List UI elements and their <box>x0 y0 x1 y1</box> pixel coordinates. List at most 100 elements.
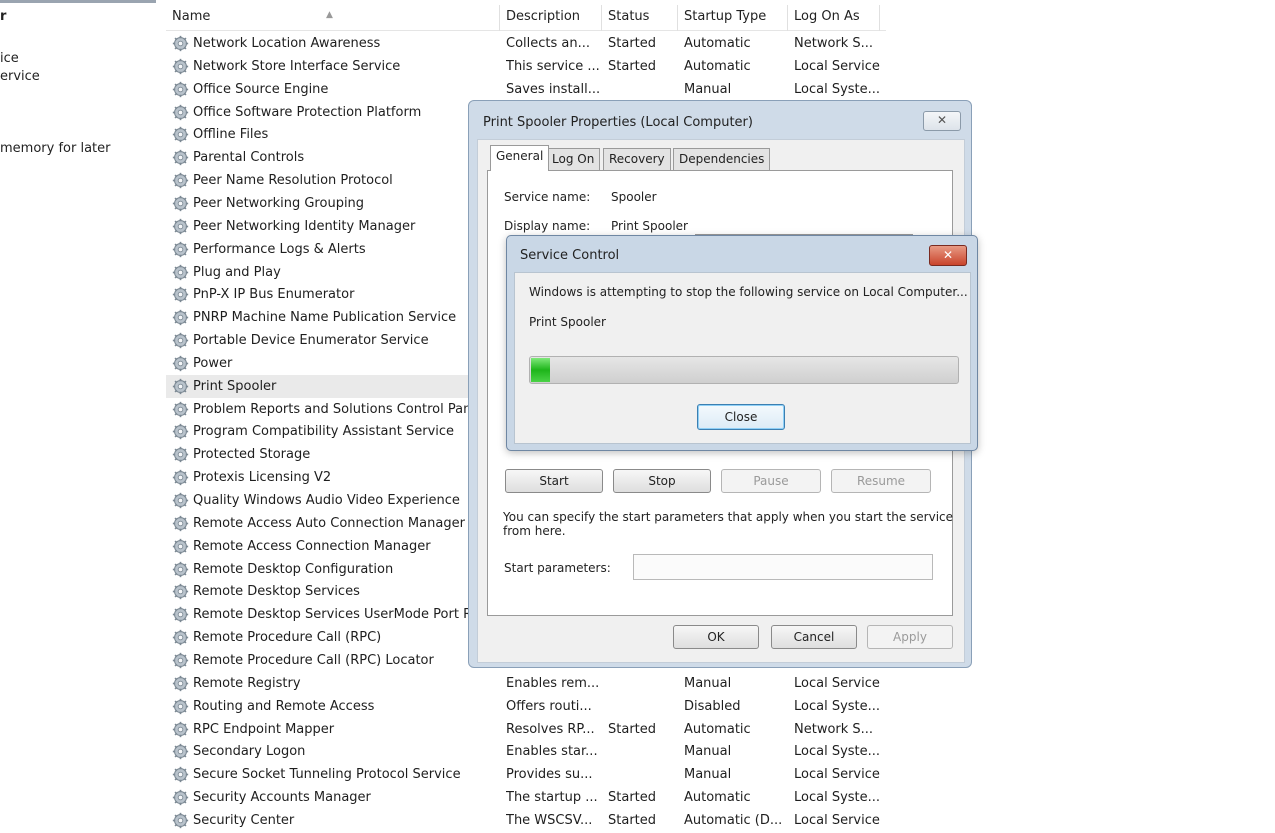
service-gear-icon <box>172 469 189 486</box>
service-control-body: Windows is attempting to stop the follow… <box>514 272 971 444</box>
tab-dependencies[interactable]: Dependencies <box>673 148 771 170</box>
service-gear-icon <box>172 172 189 189</box>
service-name-cell: Office Source Engine <box>193 81 329 97</box>
left-pane-top-bar <box>0 0 156 3</box>
start-params-input[interactable] <box>633 554 933 580</box>
tab-recovery[interactable]: Recovery <box>603 148 671 170</box>
service-description-cell: The startup ... <box>506 790 598 806</box>
column-header-name[interactable]: Name ▲ <box>166 5 500 31</box>
apply-button[interactable]: Apply <box>867 625 953 649</box>
service-row[interactable]: Security Accounts Manager The startup ...… <box>166 786 886 809</box>
service-control-message: Windows is attempting to stop the follow… <box>529 285 968 299</box>
column-header-description-label: Description <box>506 9 581 24</box>
column-header-status[interactable]: Status <box>602 5 678 31</box>
service-logon-cell: Local Syste... <box>794 744 881 760</box>
service-control-title: Service Control <box>520 248 620 263</box>
service-control-close-x-button[interactable]: ✕ <box>929 245 967 266</box>
tab-general[interactable]: General <box>490 145 550 171</box>
service-name-cell: Print Spooler <box>193 378 277 394</box>
service-gear-icon <box>172 378 189 395</box>
service-startup-cell: Automatic (D... <box>684 812 783 828</box>
left-pane: r ice ervice memory for later <box>0 0 166 832</box>
service-gear-icon <box>172 149 189 166</box>
service-row[interactable]: Routing and Remote Access Offers routi...… <box>166 695 886 718</box>
service-name-label: Service name: <box>504 190 591 204</box>
resume-button[interactable]: Resume <box>831 469 931 493</box>
service-status-cell: Started <box>608 36 657 51</box>
left-pane-text-3: memory for later <box>0 141 111 156</box>
service-row[interactable]: Remote Registry Enables rem... Manual Local… <box>166 672 886 695</box>
start-params-label: Start parameters: <box>504 561 611 575</box>
service-gear-icon <box>172 561 189 578</box>
properties-close-button[interactable]: ✕ <box>923 111 961 131</box>
cancel-button[interactable]: Cancel <box>771 625 857 649</box>
service-startup-cell: Manual <box>684 744 732 760</box>
service-gear-icon <box>172 698 189 715</box>
service-description-cell: Provides su... <box>506 767 593 783</box>
service-name-cell: Program Compatibility Assistant Service <box>193 424 455 440</box>
service-gear-icon <box>172 675 189 692</box>
column-header-startup-type-label: Startup Type <box>684 9 767 24</box>
service-gear-icon <box>172 332 189 349</box>
service-gear-icon <box>172 218 189 235</box>
service-gear-icon <box>172 35 189 52</box>
column-header-description[interactable]: Description <box>500 5 602 31</box>
service-row[interactable]: Secondary Logon Enables star... Manual Loca… <box>166 740 886 763</box>
service-name-cell: Quality Windows Audio Video Experience <box>193 493 460 508</box>
service-gear-icon <box>172 423 189 440</box>
service-name-cell: PNRP Machine Name Publication Service <box>193 310 457 326</box>
ok-button[interactable]: OK <box>673 625 759 649</box>
service-name-cell: Remote Desktop Services <box>193 584 360 600</box>
left-pane-heading: r <box>0 9 7 24</box>
column-header-log-on-as[interactable]: Log On As <box>788 5 880 31</box>
service-row[interactable]: Network Location Awareness Collects an...… <box>166 32 886 55</box>
service-gear-icon <box>172 629 189 646</box>
service-status-cell: Started <box>608 812 657 828</box>
display-name-value[interactable]: Print Spooler <box>611 219 688 233</box>
column-header-name-label: Name <box>172 9 211 24</box>
service-gear-icon <box>172 309 189 326</box>
service-description-cell: Saves install... <box>506 81 601 97</box>
service-gear-icon <box>172 126 189 143</box>
service-status-cell <box>608 695 682 718</box>
column-header-startup-type[interactable]: Startup Type <box>678 5 788 31</box>
properties-dialog-title: Print Spooler Properties (Local Computer… <box>483 115 753 130</box>
service-startup-cell: Automatic <box>684 790 751 806</box>
service-name-cell: Portable Device Enumerator Service <box>193 333 429 349</box>
service-name-cell: RPC Endpoint Mapper <box>193 721 335 737</box>
stop-progress-fill <box>531 358 551 382</box>
service-row[interactable]: Secure Socket Tunneling Protocol Service… <box>166 763 886 786</box>
service-logon-cell: Local Service <box>794 675 880 691</box>
display-name-label: Display name: <box>504 219 591 233</box>
start-params-info-line-1: You can specify the start parameters tha… <box>503 510 954 524</box>
service-gear-icon <box>172 446 189 463</box>
service-name-cell: Remote Registry <box>193 675 301 691</box>
service-row[interactable]: Office Source Engine Saves install... Manu… <box>166 78 886 101</box>
service-status-cell: Started <box>608 58 657 74</box>
service-row[interactable]: Network Store Interface Service This serv… <box>166 55 886 78</box>
service-gear-icon <box>172 652 189 669</box>
service-description-cell: Resolves RP... <box>506 721 595 737</box>
column-header-status-label: Status <box>608 9 650 24</box>
service-name-cell: PnP-X IP Bus Enumerator <box>193 287 355 303</box>
service-name-cell: Peer Networking Grouping <box>193 195 365 211</box>
service-name-cell: Remote Access Auto Connection Manager <box>193 515 465 531</box>
service-row[interactable]: Security Center The WSCSV... Started Automa… <box>166 809 886 832</box>
service-gear-icon <box>172 58 189 75</box>
close-button[interactable]: Close <box>697 404 785 430</box>
tab-log-on[interactable]: Log On <box>546 148 601 170</box>
service-row[interactable]: RPC Endpoint Mapper Resolves RP... Started… <box>166 718 886 741</box>
service-description-cell: Enables star... <box>506 744 598 760</box>
stop-button[interactable]: Stop <box>613 469 711 493</box>
service-gear-icon <box>172 401 189 418</box>
pause-button[interactable]: Pause <box>721 469 821 493</box>
service-gear-icon <box>172 264 189 281</box>
service-name-cell: Network Location Awareness <box>193 36 381 51</box>
service-status-cell: Started <box>608 721 657 737</box>
service-control-dialog: Service Control ✕ Windows is attempting … <box>506 235 978 451</box>
start-button[interactable]: Start <box>505 469 603 493</box>
service-gear-icon <box>172 812 189 829</box>
service-gear-icon <box>172 721 189 738</box>
service-logon-cell: Local Service <box>794 767 880 783</box>
service-name-cell: Offline Files <box>193 127 269 143</box>
